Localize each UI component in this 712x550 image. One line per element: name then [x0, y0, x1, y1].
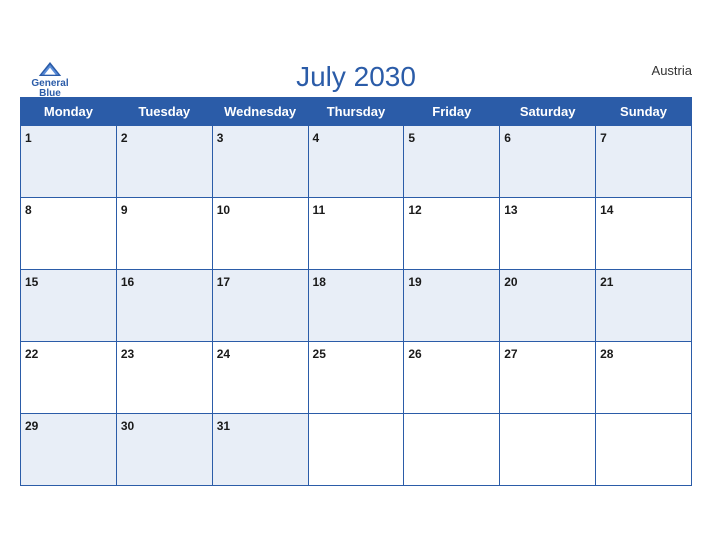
calendar-day-cell: 1 [21, 125, 117, 197]
weekday-tuesday: Tuesday [116, 97, 212, 125]
calendar-day-cell: 31 [212, 413, 308, 485]
calendar-day-cell: 12 [404, 197, 500, 269]
day-number: 27 [504, 347, 517, 361]
day-number: 18 [313, 275, 326, 289]
calendar-day-cell: 28 [596, 341, 692, 413]
calendar-day-cell: 8 [21, 197, 117, 269]
day-number: 5 [408, 131, 415, 145]
day-number: 15 [25, 275, 38, 289]
day-number: 3 [217, 131, 224, 145]
day-number: 22 [25, 347, 38, 361]
calendar-day-cell: 6 [500, 125, 596, 197]
calendar-day-cell: 25 [308, 341, 404, 413]
day-number: 8 [25, 203, 32, 217]
day-number: 13 [504, 203, 517, 217]
day-number: 10 [217, 203, 230, 217]
calendar-day-cell: 15 [21, 269, 117, 341]
weekday-friday: Friday [404, 97, 500, 125]
calendar-day-cell: 11 [308, 197, 404, 269]
calendar-day-cell: 2 [116, 125, 212, 197]
day-number: 14 [600, 203, 613, 217]
day-number: 29 [25, 419, 38, 433]
calendar-day-cell: 19 [404, 269, 500, 341]
day-number: 26 [408, 347, 421, 361]
day-number: 12 [408, 203, 421, 217]
calendar-day-cell: 3 [212, 125, 308, 197]
calendar-week-row: 29 30 31 [21, 413, 692, 485]
day-number: 23 [121, 347, 134, 361]
day-number: 21 [600, 275, 613, 289]
calendar-week-row: 15 16 17 18 19 20 21 [21, 269, 692, 341]
weekday-thursday: Thursday [308, 97, 404, 125]
calendar-day-cell [308, 413, 404, 485]
weekday-wednesday: Wednesday [212, 97, 308, 125]
weekday-monday: Monday [21, 97, 117, 125]
calendar-day-cell: 10 [212, 197, 308, 269]
day-number: 19 [408, 275, 421, 289]
day-number: 20 [504, 275, 517, 289]
weekday-header-row: Monday Tuesday Wednesday Thursday Friday… [21, 97, 692, 125]
calendar-title: July 2030 [20, 61, 692, 93]
calendar-day-cell: 14 [596, 197, 692, 269]
generalblue-logo-icon [36, 59, 64, 79]
day-number: 2 [121, 131, 128, 145]
calendar-day-cell: 17 [212, 269, 308, 341]
calendar-day-cell: 22 [21, 341, 117, 413]
day-number: 25 [313, 347, 326, 361]
day-number: 1 [25, 131, 32, 145]
day-number: 11 [313, 203, 326, 217]
country-label: Austria [652, 63, 692, 78]
calendar-day-cell: 20 [500, 269, 596, 341]
calendar-day-cell: 21 [596, 269, 692, 341]
calendar-header: General Blue July 2030 Austria [20, 55, 692, 97]
calendar-day-cell: 5 [404, 125, 500, 197]
calendar-day-cell: 26 [404, 341, 500, 413]
calendar-day-cell [404, 413, 500, 485]
calendar-week-row: 22 23 24 25 26 27 28 [21, 341, 692, 413]
day-number: 31 [217, 419, 230, 433]
logo-text-blue: Blue [39, 89, 61, 99]
calendar-day-cell: 27 [500, 341, 596, 413]
calendar-table: Monday Tuesday Wednesday Thursday Friday… [20, 97, 692, 486]
day-number: 24 [217, 347, 230, 361]
day-number: 17 [217, 275, 230, 289]
weekday-sunday: Sunday [596, 97, 692, 125]
day-number: 7 [600, 131, 607, 145]
logo-area: General Blue [20, 59, 80, 99]
calendar-day-cell: 23 [116, 341, 212, 413]
day-number: 30 [121, 419, 134, 433]
calendar-day-cell [500, 413, 596, 485]
day-number: 6 [504, 131, 511, 145]
calendar-week-row: 8 9 10 11 12 13 14 [21, 197, 692, 269]
calendar-day-cell: 4 [308, 125, 404, 197]
calendar-day-cell: 24 [212, 341, 308, 413]
calendar-day-cell: 16 [116, 269, 212, 341]
calendar-day-cell: 30 [116, 413, 212, 485]
calendar-day-cell: 18 [308, 269, 404, 341]
calendar-day-cell: 9 [116, 197, 212, 269]
day-number: 9 [121, 203, 128, 217]
calendar-day-cell: 13 [500, 197, 596, 269]
day-number: 28 [600, 347, 613, 361]
day-number: 4 [313, 131, 320, 145]
logo-text-general: General [31, 79, 68, 89]
calendar-week-row: 1 2 3 4 5 6 7 [21, 125, 692, 197]
weekday-saturday: Saturday [500, 97, 596, 125]
calendar-day-cell [596, 413, 692, 485]
day-number: 16 [121, 275, 134, 289]
calendar-wrapper: General Blue July 2030 Austria Monday Tu… [0, 45, 712, 506]
calendar-day-cell: 7 [596, 125, 692, 197]
calendar-day-cell: 29 [21, 413, 117, 485]
